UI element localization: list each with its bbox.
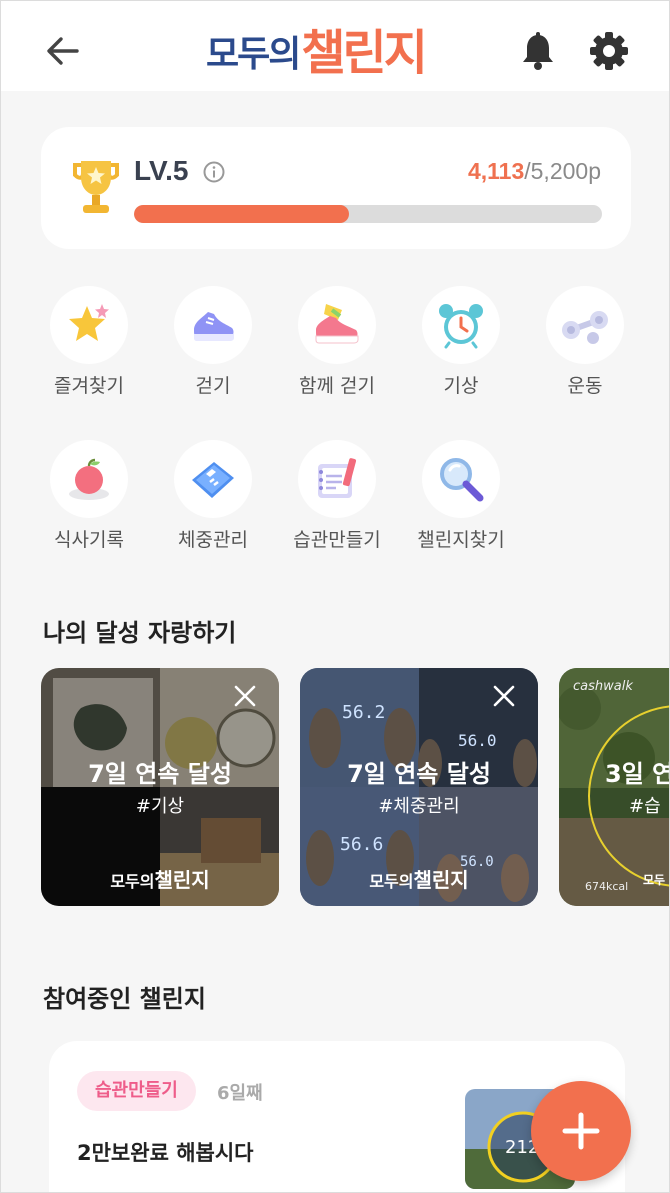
svg-text:모두: 모두 <box>643 873 665 887</box>
points-total: /5,200p <box>524 158 601 184</box>
dumbbell-icon <box>562 311 608 344</box>
category-label: 함께 걷기 <box>299 375 375 397</box>
category-label: 운동 <box>567 375 603 397</box>
category-label: 걷기 <box>195 375 231 397</box>
scale-icon <box>192 462 234 498</box>
app-logo: 모두의 챌린지 <box>206 21 428 81</box>
category-favorites[interactable]: 즐겨찾기 <box>25 281 153 401</box>
card-brand-mark: 모두의챌린지 <box>369 868 469 892</box>
plus-icon <box>562 1112 600 1150</box>
challenge-category-tag: 습관만들기 <box>77 1071 196 1111</box>
level-progress-fill <box>134 205 350 223</box>
points-current: 4,113 <box>467 158 525 184</box>
category-walk[interactable]: 걷기 <box>149 281 277 401</box>
shoe-icon <box>194 312 234 341</box>
section-title-achievements: 나의 달성 자랑하기 <box>43 619 237 647</box>
challenge-title: 2만보완료 해봅시다 <box>77 1141 254 1165</box>
category-walk-together[interactable]: 함께 걷기 <box>273 281 401 401</box>
category-label: 체중관리 <box>178 529 248 551</box>
logo-text-2: 챌린지 <box>301 25 427 81</box>
achievement-tag: #습 <box>629 796 661 817</box>
achievement-tag: #기상 <box>135 796 185 817</box>
card-brand-mark: 모두의챌린지 <box>110 868 210 892</box>
notebook-icon <box>318 458 357 498</box>
trophy-icon <box>73 161 119 213</box>
bell-icon[interactable] <box>519 31 557 71</box>
svg-text:674kcal: 674kcal <box>585 880 628 893</box>
info-icon[interactable] <box>203 161 225 183</box>
apple-icon <box>69 458 109 500</box>
level-label: LV.5 <box>134 155 189 186</box>
achievement-tag: #체중관리 <box>378 796 460 817</box>
category-wakeup[interactable]: 기상 <box>397 281 525 401</box>
svg-text:cashwalk: cashwalk <box>573 679 633 694</box>
category-find-challenge[interactable]: 챌린지찾기 <box>397 435 525 555</box>
add-challenge-button[interactable] <box>531 1081 631 1181</box>
achievement-title: 3일 연 <box>605 760 670 788</box>
app-screen: 모두의 챌린지 LV.5 4,113/5,200p 즐겨찾기 걷기 함께 걷기 … <box>0 0 670 1193</box>
back-arrow-icon[interactable] <box>43 31 83 71</box>
category-meal-log[interactable]: 식사기록 <box>25 435 153 555</box>
category-label: 챌린지찾기 <box>417 529 505 551</box>
category-label: 즐겨찾기 <box>54 375 124 397</box>
achievement-card[interactable]: 56.2 56.0 56.6 56.0 7일 연속 달성 #체중관리 모두의챌린… <box>300 668 538 906</box>
running-shoe-icon <box>315 304 359 344</box>
category-exercise[interactable]: 운동 <box>521 281 649 401</box>
category-label: 기상 <box>443 375 479 397</box>
achievement-title: 7일 연속 달성 <box>88 760 232 788</box>
category-weight[interactable]: 체중관리 <box>149 435 277 555</box>
category-habit[interactable]: 습관만들기 <box>273 435 401 555</box>
category-label: 습관만들기 <box>293 529 381 551</box>
close-icon[interactable] <box>492 684 516 708</box>
challenge-days: 6일째 <box>217 1083 263 1104</box>
level-points: 4,113/5,200p <box>468 158 601 185</box>
star-icon <box>69 304 109 341</box>
magnifier-icon <box>440 458 484 502</box>
alarm-clock-icon <box>439 304 483 349</box>
gear-icon[interactable] <box>589 31 629 71</box>
achievement-card[interactable]: cashwalk 674kcal 모두 3일 연 #습 <box>559 668 670 906</box>
level-card[interactable]: LV.5 4,113/5,200p <box>41 127 631 249</box>
logo-text-1: 모두의 <box>206 34 301 75</box>
svg-text:56.0: 56.0 <box>458 731 497 750</box>
achievement-title: 7일 연속 달성 <box>347 760 491 788</box>
section-title-participating: 참여중인 챌린지 <box>43 985 206 1013</box>
top-bar: 모두의 챌린지 <box>1 1 669 91</box>
close-icon[interactable] <box>233 684 257 708</box>
svg-text:56.6: 56.6 <box>340 834 383 855</box>
svg-text:56.2: 56.2 <box>342 702 385 723</box>
category-label: 식사기록 <box>54 529 124 551</box>
level-progress-bar <box>134 205 602 223</box>
achievement-cards: 7일 연속 달성 #기상 모두의챌린지 56.2 56.0 56.6 56.0 … <box>41 668 670 908</box>
achievement-card[interactable]: 7일 연속 달성 #기상 모두의챌린지 <box>41 668 279 906</box>
